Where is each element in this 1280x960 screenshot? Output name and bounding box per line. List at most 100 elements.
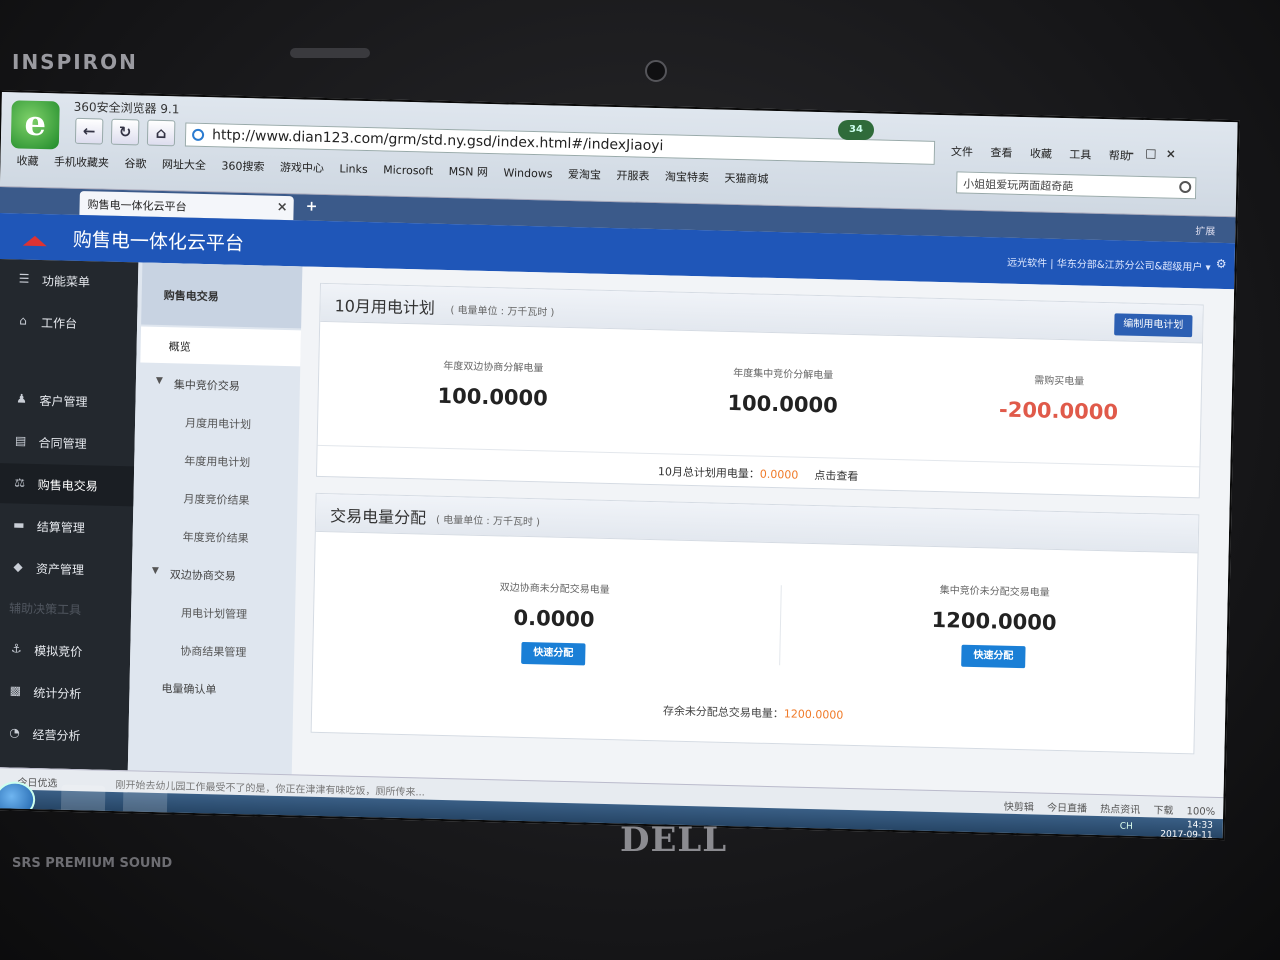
- submenu-yearly-plan[interactable]: 年度用电计划: [138, 440, 299, 480]
- bookmark-item[interactable]: 手机收藏夹: [54, 155, 109, 169]
- maximize-icon[interactable]: □: [1141, 146, 1161, 160]
- bookmark-item[interactable]: 游戏中心: [280, 161, 324, 175]
- gear-icon[interactable]: ⚙: [1216, 257, 1227, 271]
- home-icon: ⌂: [19, 313, 28, 328]
- sidebar: ☰ 功能菜单 ⌂ 工作台 ♟ 客户管理 ▤ 合同管理 ⚖ 购售电交易 ▬ 结算管理 ◆ 资产管…: [0, 259, 139, 771]
- sidebar-item-settlement[interactable]: ▬ 结算管理: [0, 505, 133, 548]
- submenu-label: 协商结果管理: [180, 644, 247, 660]
- stat-centralized-unallocated: 集中竞价未分配交易电量 1200.0000 快速分配: [873, 580, 1115, 671]
- search-placeholder: 小姐姐爱玩两面超奇葩: [963, 177, 1074, 194]
- app-title: 购售电一体化云平台: [72, 228, 245, 256]
- search-icon[interactable]: [1179, 180, 1192, 194]
- submenu-monthly-plan[interactable]: 月度用电计划: [139, 402, 300, 442]
- submenu-label: 概览: [168, 340, 191, 354]
- tray-language[interactable]: CH: [1120, 822, 1133, 832]
- bookmark-item[interactable]: 爱淘宝: [568, 168, 601, 182]
- sidebar-item-label: 客户管理: [39, 394, 88, 410]
- search-input[interactable]: 小姐姐爱玩两面超奇葩: [956, 171, 1197, 200]
- edit-plan-button[interactable]: 编制用电计划: [1114, 313, 1193, 338]
- stat-to-purchase: 需购买电量 -200.0000: [938, 369, 1179, 426]
- contract-icon: ▤: [14, 433, 27, 448]
- submenu-label: 集中竞价交易: [173, 378, 240, 393]
- refresh-icon[interactable]: ↻: [110, 118, 140, 146]
- submenu-label: 年度用电计划: [184, 454, 251, 470]
- plan-panel-title: 10月用电计划: [334, 296, 436, 318]
- submenu-label: 双边协商交易: [169, 568, 237, 583]
- view-details-link[interactable]: 点击查看: [814, 469, 858, 483]
- settlement-icon: ▬: [13, 517, 25, 532]
- bookmark-item[interactable]: Microsoft: [383, 163, 433, 177]
- bookmark-item[interactable]: 淘宝特卖: [665, 170, 709, 184]
- sidebar-item-business[interactable]: ◔ 经营分析: [0, 713, 129, 756]
- extensions-label[interactable]: 扩展: [1195, 222, 1215, 237]
- minimize-icon[interactable]: –: [1121, 145, 1141, 160]
- submenu-negotiation-mgmt[interactable]: 协商结果管理: [134, 630, 295, 670]
- submenu-usage-plan-mgmt[interactable]: 用电计划管理: [135, 592, 296, 632]
- tab-label: 购售电一体化云平台: [87, 198, 187, 214]
- address-url: http://www.dian123.com/grm/std.ny.gsd/in…: [211, 127, 664, 155]
- sidebar-item-label: 结算管理: [36, 520, 86, 536]
- sidebar-item-menu[interactable]: ☰ 功能菜单: [0, 259, 138, 302]
- stat-value: 1200.0000: [931, 607, 1057, 635]
- submenu-centralized-bidding[interactable]: ▼ 集中竞价交易: [140, 365, 301, 405]
- status-tool[interactable]: 今日直播: [1047, 803, 1087, 815]
- new-tab-icon[interactable]: +: [301, 198, 321, 216]
- sidebar-item-label: 统计分析: [33, 685, 82, 702]
- sidebar-item-trading[interactable]: ⚖ 购售电交易: [0, 462, 135, 507]
- home-icon[interactable]: ⌂: [146, 119, 176, 147]
- bookmark-item[interactable]: Links: [339, 162, 368, 176]
- stat-label: 年度集中竞价分解电量: [733, 367, 834, 382]
- plan-panel-header: 10月用电计划 ( 电量单位 : 万千瓦时 ) 编制用电计划: [320, 283, 1203, 344]
- bookmark-item[interactable]: Windows: [503, 166, 552, 180]
- tab-close-icon[interactable]: ×: [277, 200, 288, 215]
- sidebar-item-assets[interactable]: ◆ 资产管理: [0, 547, 132, 590]
- menu-favorites[interactable]: 收藏: [1030, 147, 1052, 161]
- stat-label: 年度双边协商分解电量: [443, 360, 544, 375]
- browser-taskbar-icon[interactable]: [122, 786, 168, 818]
- zoom-level[interactable]: 100%: [1186, 806, 1215, 818]
- menu-file[interactable]: 文件: [951, 145, 973, 159]
- taskbar-clock[interactable]: 14:33 2017-09-11: [1160, 820, 1213, 840]
- close-icon[interactable]: ×: [1161, 146, 1181, 161]
- laptop-brand-bottom: DELL: [620, 820, 728, 860]
- total-value: 0.0000: [759, 467, 799, 482]
- bookmark-item[interactable]: 收藏: [16, 154, 38, 168]
- submenu-overview[interactable]: 概览: [140, 326, 302, 367]
- submenu-label: 月度竞价结果: [183, 492, 250, 508]
- sidebar-item-sim-bidding[interactable]: ⚓ 模拟竞价: [0, 629, 131, 672]
- submenu-yearly-result[interactable]: 年度竞价结果: [136, 516, 297, 556]
- sidebar-item-label: 经营分析: [32, 727, 81, 744]
- menu-view[interactable]: 查看: [990, 146, 1012, 160]
- bookmark-item[interactable]: 天猫商城: [724, 172, 768, 186]
- sidebar-item-label: 资产管理: [35, 562, 85, 578]
- bookmark-item[interactable]: 谷歌: [124, 157, 146, 171]
- bookmark-item[interactable]: MSN 网: [449, 165, 488, 179]
- plan-total-row: 10月总计划用电量：0.0000 点击查看: [316, 444, 1200, 499]
- sidebar-item-customers[interactable]: ♟ 客户管理: [0, 379, 136, 422]
- quick-allocate-button[interactable]: 快速分配: [961, 644, 1026, 669]
- submenu-confirmation[interactable]: 电量确认单: [133, 668, 294, 708]
- menu-tools[interactable]: 工具: [1069, 148, 1091, 162]
- sidebar-item-decision-tools[interactable]: 辅助决策工具: [0, 587, 132, 630]
- window-controls: – □ ×: [1121, 145, 1181, 161]
- user-info[interactable]: 远光软件 | 华东分部&江苏分公司&超级用户 ▾: [1007, 254, 1211, 274]
- bookmark-item[interactable]: 网址大全: [162, 158, 206, 172]
- speaker-slot: [290, 48, 370, 58]
- quick-allocate-button[interactable]: 快速分配: [521, 641, 586, 666]
- alloc-panel: 交易电量分配 ( 电量单位 : 万千瓦时 ) 双边协商未分配交易电量 0.000…: [310, 492, 1200, 755]
- sidebar-item-contracts[interactable]: ▤ 合同管理: [0, 421, 135, 464]
- status-tool[interactable]: 快剪辑: [1004, 802, 1034, 814]
- back-arrow-icon[interactable]: ←: [74, 117, 104, 145]
- submenu-monthly-result[interactable]: 月度竞价结果: [137, 478, 298, 518]
- explorer-taskbar-icon[interactable]: [60, 784, 106, 816]
- sidebar-item-label: 模拟竞价: [34, 644, 83, 660]
- bookmark-item[interactable]: 360搜索: [221, 159, 264, 173]
- sidebar-item-label: 功能菜单: [41, 274, 91, 290]
- sidebar-item-workbench[interactable]: ⌂ 工作台: [0, 301, 138, 344]
- remaining-total: 存余未分配总交易电量：1200.0000: [312, 694, 1194, 732]
- status-tool[interactable]: 下载: [1153, 805, 1173, 816]
- status-tool[interactable]: 热点资讯: [1100, 804, 1140, 816]
- submenu-bilateral[interactable]: ▼ 双边协商交易: [136, 554, 297, 594]
- sidebar-item-statistics[interactable]: ▩ 统计分析: [0, 671, 130, 714]
- bookmark-item[interactable]: 开服表: [616, 169, 649, 183]
